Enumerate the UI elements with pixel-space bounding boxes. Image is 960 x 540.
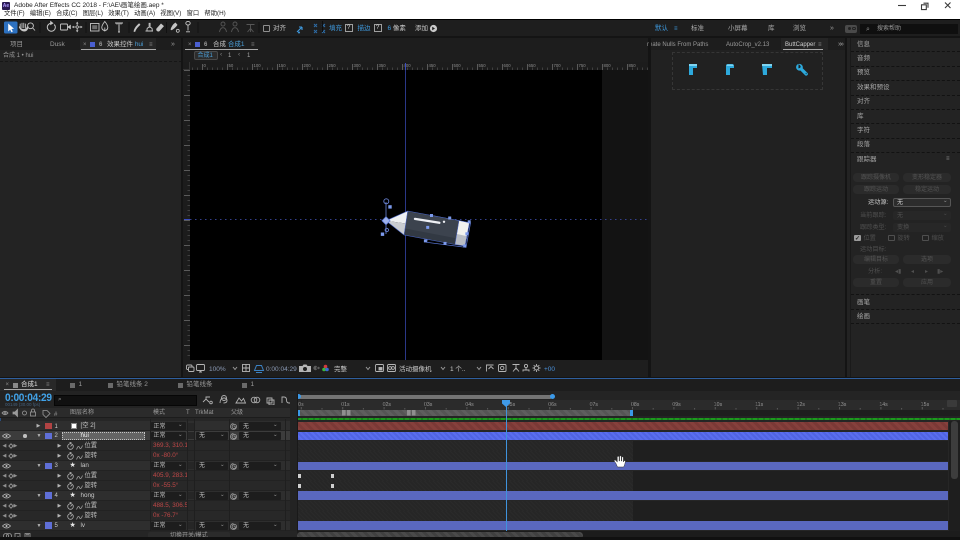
svg-text:活动摄像机: 活动摄像机	[399, 364, 432, 373]
svg-text:700: 700	[554, 63, 562, 68]
svg-text:完整: 完整	[334, 364, 348, 373]
svg-text:600: 600	[504, 63, 512, 68]
svg-text:650: 650	[529, 63, 537, 68]
svg-text:#: #	[54, 412, 58, 418]
svg-text:1 个..: 1 个..	[450, 365, 466, 373]
svg-text:0:00:04:29: 0:00:04:29	[266, 366, 297, 373]
svg-text:450: 450	[429, 63, 437, 68]
svg-text:500: 500	[454, 63, 462, 68]
svg-text:800: 800	[604, 63, 612, 68]
svg-text:250: 250	[329, 63, 337, 68]
svg-text:850: 850	[629, 63, 637, 68]
svg-text:350: 350	[379, 63, 387, 68]
svg-text:50: 50	[229, 63, 234, 68]
svg-text:200: 200	[304, 63, 312, 68]
svg-text:750: 750	[579, 63, 587, 68]
svg-text:+00: +00	[544, 366, 555, 373]
svg-text:550: 550	[479, 63, 487, 68]
svg-text:100: 100	[254, 63, 262, 68]
svg-text:300: 300	[354, 63, 362, 68]
svg-text:150: 150	[279, 63, 287, 68]
svg-text:100%: 100%	[209, 366, 226, 373]
